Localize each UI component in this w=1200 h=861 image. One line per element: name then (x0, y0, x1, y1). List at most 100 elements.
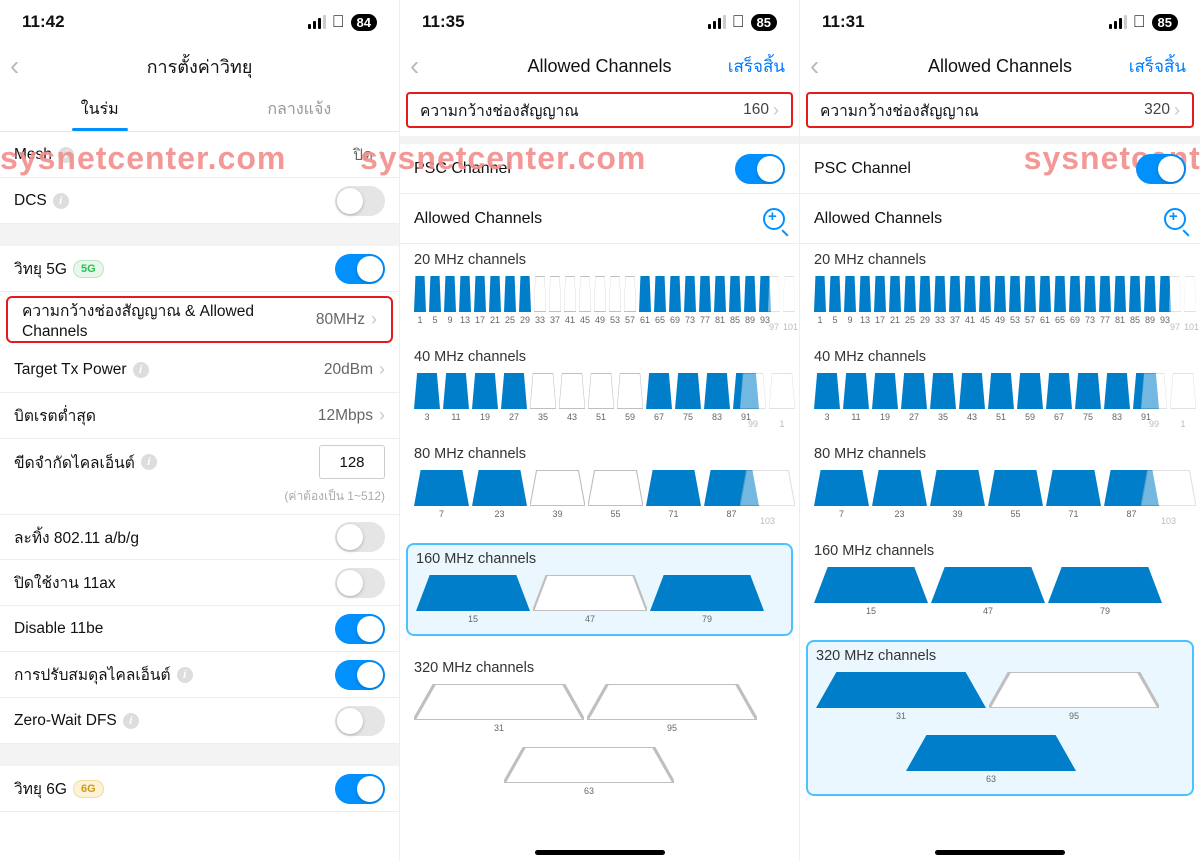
channel-block[interactable] (994, 276, 1006, 312)
done-button[interactable]: เสร็จสิ้น (728, 44, 785, 88)
zwdfs-toggle[interactable] (335, 706, 385, 736)
channel-block[interactable] (979, 276, 991, 312)
channel-block[interactable] (654, 276, 666, 312)
channel-block[interactable] (1099, 276, 1111, 312)
dis11be-toggle[interactable] (335, 614, 385, 644)
channel-block[interactable] (609, 276, 621, 312)
tab-indoor[interactable]: ในร่ม (0, 88, 200, 131)
channel-block[interactable] (646, 373, 672, 409)
channel-block[interactable] (1114, 276, 1126, 312)
drop11-toggle[interactable] (335, 522, 385, 552)
channel-block[interactable] (588, 373, 614, 409)
channel-block[interactable] (519, 276, 531, 312)
channel-block[interactable] (930, 373, 956, 409)
channel-block[interactable] (1129, 276, 1141, 312)
channel-block[interactable] (919, 276, 931, 312)
channel-block[interactable] (533, 575, 647, 611)
channel-block[interactable] (814, 276, 826, 312)
channel-block[interactable] (459, 276, 471, 312)
channel-block[interactable] (1084, 276, 1096, 312)
channel-block[interactable] (443, 373, 469, 409)
channel-block[interactable] (814, 373, 840, 409)
channel-block[interactable] (901, 373, 927, 409)
channel-block[interactable] (1046, 470, 1101, 506)
channel-block[interactable] (549, 276, 561, 312)
channel-block[interactable] (617, 373, 643, 409)
channel-block[interactable] (930, 470, 985, 506)
back-button[interactable]: ‹ (410, 44, 442, 88)
channel-block[interactable] (564, 276, 576, 312)
channel-block[interactable] (1024, 276, 1036, 312)
channel-block[interactable] (534, 276, 546, 312)
channel-block[interactable] (949, 276, 961, 312)
channel-block[interactable] (501, 373, 527, 409)
radio6g-toggle[interactable] (335, 774, 385, 804)
channel-block[interactable] (988, 470, 1043, 506)
info-icon[interactable]: i (58, 147, 74, 163)
channel-block[interactable] (906, 735, 1076, 771)
channel-block[interactable] (1048, 567, 1162, 603)
channel-block[interactable] (414, 373, 440, 409)
channel-block[interactable] (1104, 373, 1130, 409)
channel-block[interactable] (624, 276, 636, 312)
channel-block[interactable] (729, 276, 741, 312)
channel-block[interactable] (814, 470, 869, 506)
channel-block[interactable] (1054, 276, 1066, 312)
tab-outdoor[interactable]: กลางแจ้ง (200, 88, 400, 131)
row-tx-power[interactable]: Target Tx Poweri 20dBm › (0, 347, 399, 393)
channel-block[interactable] (1075, 373, 1101, 409)
channel-block[interactable] (1009, 276, 1021, 312)
back-button[interactable]: ‹ (810, 44, 842, 88)
radio5g-toggle[interactable] (335, 254, 385, 284)
channel-block[interactable] (444, 276, 456, 312)
channel-block[interactable] (530, 373, 556, 409)
zoom-icon[interactable] (763, 208, 785, 230)
psc-toggle[interactable] (1136, 154, 1186, 184)
channel-block[interactable] (1069, 276, 1081, 312)
channel-block[interactable] (874, 276, 886, 312)
channel-block[interactable] (472, 470, 527, 506)
channel-block[interactable] (559, 373, 585, 409)
back-button[interactable]: ‹ (10, 44, 42, 88)
channel-block[interactable] (646, 470, 701, 506)
channel-block[interactable] (1046, 373, 1072, 409)
channel-block[interactable] (588, 470, 643, 506)
channel-block[interactable] (414, 276, 426, 312)
channel-block[interactable] (579, 276, 591, 312)
channel-block[interactable] (843, 373, 869, 409)
channel-block[interactable] (704, 373, 730, 409)
channel-block[interactable] (744, 276, 756, 312)
channel-block[interactable] (959, 373, 985, 409)
info-icon[interactable]: i (133, 362, 149, 378)
channel-block[interactable] (414, 470, 469, 506)
channel-block[interactable] (816, 672, 986, 708)
channel-block[interactable] (594, 276, 606, 312)
channel-block[interactable] (844, 276, 856, 312)
channel-block[interactable] (1017, 373, 1043, 409)
info-icon[interactable]: i (141, 454, 157, 470)
channel-block[interactable] (669, 276, 681, 312)
channel-block[interactable] (675, 373, 701, 409)
channel-block[interactable] (699, 276, 711, 312)
channel-block[interactable] (429, 276, 441, 312)
info-icon[interactable]: i (123, 713, 139, 729)
psc-toggle[interactable] (735, 154, 785, 184)
channel-block[interactable] (872, 373, 898, 409)
info-icon[interactable]: i (177, 667, 193, 683)
channel-block[interactable] (1039, 276, 1051, 312)
row-channel-width[interactable]: ความกว้างช่องสัญญาณ 320 › (806, 92, 1194, 128)
channel-block[interactable] (934, 276, 946, 312)
channel-block[interactable] (889, 276, 901, 312)
channel-block[interactable] (989, 672, 1159, 708)
clientlimit-input[interactable]: 128 (319, 445, 385, 479)
channel-block[interactable] (931, 567, 1045, 603)
channel-block[interactable] (988, 373, 1014, 409)
channel-block[interactable] (964, 276, 976, 312)
row-channel-width[interactable]: ความกว้างช่องสัญญาณ 160 › (406, 92, 793, 128)
channel-block[interactable] (504, 276, 516, 312)
done-button[interactable]: เสร็จสิ้น (1129, 44, 1186, 88)
channel-block[interactable] (904, 276, 916, 312)
dis11ax-toggle[interactable] (335, 568, 385, 598)
zoom-icon[interactable] (1164, 208, 1186, 230)
dcs-toggle[interactable] (335, 186, 385, 216)
